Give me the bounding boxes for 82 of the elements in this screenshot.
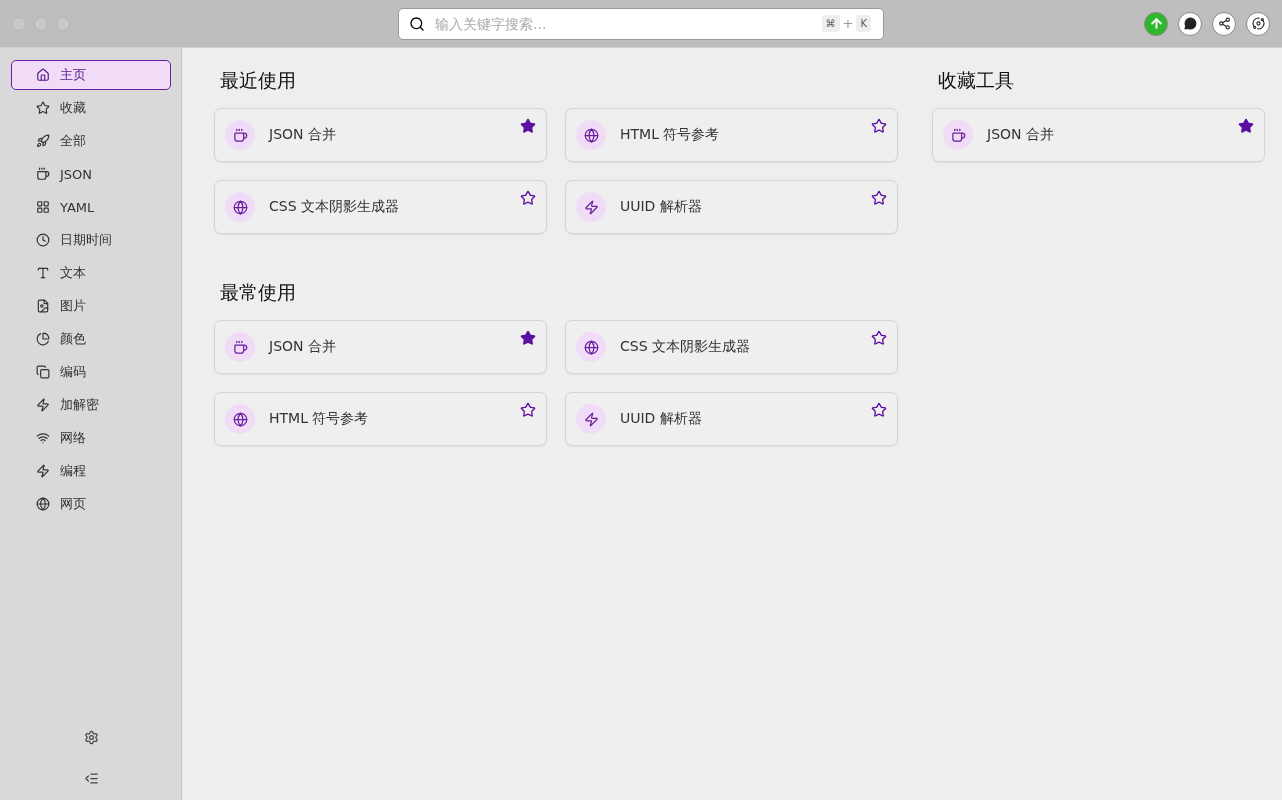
sidebar-item[interactable]: 日期时间 [11, 225, 171, 255]
tool-name: HTML 符号参考 [620, 126, 720, 144]
tool-name: UUID 解析器 [620, 410, 702, 428]
share-button[interactable] [1212, 11, 1236, 36]
star-icon[interactable] [1238, 118, 1254, 134]
search-field[interactable]: 输入关键字搜索... ⌘ + K [398, 7, 884, 40]
rocket-icon [36, 134, 50, 148]
tool-name: UUID 解析器 [620, 198, 702, 216]
star-icon[interactable] [520, 402, 536, 418]
copy-icon [36, 365, 50, 379]
orbit-icon [1251, 17, 1265, 30]
lightning-icon [576, 404, 606, 434]
star-icon[interactable] [871, 330, 887, 346]
section-title: 收藏工具 [938, 68, 1015, 93]
globe-icon [576, 332, 606, 362]
tool-name: JSON 合并 [987, 126, 1054, 144]
tool-card[interactable]: UUID 解析器 [565, 392, 898, 446]
cup-icon [225, 332, 255, 362]
globe-icon [36, 497, 50, 511]
share-icon [1217, 17, 1231, 30]
sidebar-item[interactable]: 网页 [11, 489, 171, 519]
sidebar-item[interactable]: 主页 [11, 60, 171, 90]
tool-name: CSS 文本阴影生成器 [620, 338, 750, 356]
collapse-icon[interactable] [83, 771, 99, 786]
sidebar-item[interactable]: 全部 [11, 126, 171, 156]
sidebar-item[interactable]: JSON [11, 159, 171, 189]
sidebar-item[interactable]: 图片 [11, 291, 171, 321]
key-cap: K [856, 15, 871, 32]
home-icon [36, 68, 50, 82]
orbit-button[interactable] [1246, 11, 1270, 36]
globe-icon [225, 404, 255, 434]
tool-name: JSON 合并 [269, 338, 336, 356]
lightning-icon [36, 464, 50, 478]
sidebar-item[interactable]: 加解密 [11, 390, 171, 420]
upload-button[interactable] [1144, 11, 1168, 36]
text-icon [36, 266, 50, 280]
tool-name: HTML 符号参考 [269, 410, 369, 428]
sidebar-item[interactable]: 文本 [11, 258, 171, 288]
globe-icon [576, 120, 606, 150]
tool-card[interactable]: HTML 符号参考 [565, 108, 898, 162]
star-icon[interactable] [520, 118, 536, 134]
star-icon[interactable] [871, 190, 887, 206]
search-input[interactable]: 输入关键字搜索... [433, 14, 814, 33]
star-icon[interactable] [871, 402, 887, 418]
tool-card[interactable]: UUID 解析器 [565, 180, 898, 234]
chat-bubble-icon [1183, 17, 1197, 30]
sidebar-item[interactable]: 网络 [11, 423, 171, 453]
sidebar-item[interactable]: 编码 [11, 357, 171, 387]
lightning-icon [576, 192, 606, 222]
cup-icon [36, 167, 50, 181]
tool-name: JSON 合并 [269, 126, 336, 144]
key-cap: ⌘ [821, 15, 840, 32]
section-title: 最常使用 [220, 280, 297, 305]
star-icon[interactable] [520, 330, 536, 346]
tool-card[interactable]: CSS 文本阴影生成器 [565, 320, 898, 374]
grid-icon [36, 200, 50, 214]
star-icon[interactable] [871, 118, 887, 134]
chat-button[interactable] [1178, 11, 1202, 36]
clock-icon [36, 233, 50, 247]
tool-name: CSS 文本阴影生成器 [269, 198, 399, 216]
star-icon [36, 101, 50, 115]
sidebar-item[interactable]: 编程 [11, 456, 171, 486]
star-icon[interactable] [520, 190, 536, 206]
settings-icon[interactable] [83, 730, 99, 745]
tool-card[interactable]: HTML 符号参考 [214, 392, 547, 446]
tool-card[interactable]: CSS 文本阴影生成器 [214, 180, 547, 234]
section-title: 最近使用 [220, 68, 297, 93]
sidebar-item[interactable]: 收藏 [11, 93, 171, 123]
pie-chart-icon [36, 332, 50, 346]
cup-icon [943, 120, 973, 150]
wifi-icon [36, 431, 50, 445]
tool-card[interactable]: JSON 合并 [214, 320, 547, 374]
image-file-icon [36, 299, 50, 313]
lightning-icon [36, 398, 50, 412]
sidebar-item[interactable]: YAML [11, 192, 171, 222]
globe-icon [225, 192, 255, 222]
tool-card[interactable]: JSON 合并 [214, 108, 547, 162]
tool-card[interactable]: JSON 合并 [932, 108, 1265, 162]
plus-text: + [842, 16, 854, 31]
search-icon [409, 15, 425, 32]
cup-icon [225, 120, 255, 150]
sidebar-item[interactable]: 颜色 [11, 324, 171, 354]
